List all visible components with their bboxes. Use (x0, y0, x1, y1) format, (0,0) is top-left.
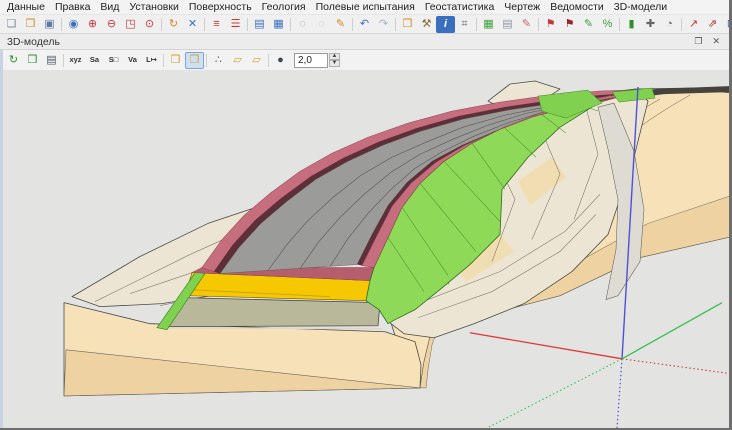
toolbar-separator (538, 18, 539, 31)
zoom-window-icon[interactable]: ◳ (121, 16, 140, 33)
save-icon[interactable]: ▣ (40, 16, 59, 33)
open-folder-icon[interactable]: ❒ (21, 16, 40, 33)
undo-icon[interactable]: ↶ (355, 16, 374, 33)
menu-item-Чертеж[interactable]: Чертеж (499, 1, 545, 13)
move-scale-icon[interactable]: ✕ (183, 16, 202, 33)
main-toolbar: ❏❒▣◉⊕⊖◳⊙↻✕≡☰▤▦◌◌✎↶↷❒⚒i⌗▦▤✎⚑⚑✎%▮✚◔↗⇗⊞▥▦▩❏… (0, 14, 732, 34)
capture-view-icon[interactable]: ❒ (23, 52, 42, 69)
menu-item-Правка[interactable]: Правка (50, 1, 95, 13)
3d-scene (0, 70, 732, 428)
axes-xyz-icon[interactable]: xyz (66, 52, 85, 69)
scale-spinbox: 2,0 ▲ ▼ (294, 53, 340, 68)
toolbar-separator (476, 18, 477, 31)
sphere-quality-icon[interactable]: ● (271, 52, 290, 69)
project-tools-icon[interactable]: ❒ (398, 16, 417, 33)
menu-item-Ведомости[interactable]: Ведомости (545, 1, 609, 13)
toolbar-separator (204, 18, 205, 31)
new-document-icon[interactable]: ❏ (2, 16, 21, 33)
menu-item-Геостатистика[interactable]: Геостатистика (420, 1, 499, 13)
points-display-icon[interactable]: ∴ (209, 52, 228, 69)
menu-item-3D-модели[interactable]: 3D-модели (609, 1, 672, 13)
refresh-3d-icon[interactable]: ↻ (4, 52, 23, 69)
panel-left-border (0, 49, 3, 430)
menu-item-Данные[interactable]: Данные (2, 1, 50, 13)
menu-item-Полевые испытания[interactable]: Полевые испытания (311, 1, 420, 13)
zoom-out-icon[interactable]: ⊖ (102, 16, 121, 33)
zoom-in-icon[interactable]: ⊕ (83, 16, 102, 33)
vector-labels-icon[interactable]: Va (123, 52, 142, 69)
scale-value-input[interactable]: 2,0 (294, 53, 328, 68)
textures-folder-icon[interactable]: ❒ (166, 52, 185, 69)
panel-title: 3D-модель (7, 36, 689, 48)
settings-hammer-icon[interactable]: ⚒ (417, 16, 436, 33)
sheet-percent-icon[interactable]: % (598, 16, 617, 33)
point-heights-icon[interactable]: Sa (85, 52, 104, 69)
center-target-icon[interactable]: ✚ (641, 16, 660, 33)
table-settings-icon[interactable]: ▦ (479, 16, 498, 33)
screen-view-2-icon[interactable]: ▦ (269, 16, 288, 33)
menubar: ДанныеПравкаВидУстановкиПоверхностьГеоло… (0, 0, 732, 14)
toolbar-separator (163, 54, 164, 67)
3d-viewport[interactable] (0, 70, 732, 428)
toolbar-separator (161, 18, 162, 31)
point-squares-icon[interactable]: S□ (104, 52, 123, 69)
point-up-2-icon[interactable]: ⇗ (703, 16, 722, 33)
toolbar-separator (63, 54, 64, 67)
spin-up-icon[interactable]: ▲ (329, 53, 340, 60)
close-panel-icon[interactable]: ✕ (707, 36, 725, 47)
toolbar-separator (619, 18, 620, 31)
screen-view-1-icon[interactable]: ▤ (250, 16, 269, 33)
flat-layer-1-icon[interactable]: ▱ (228, 52, 247, 69)
flat-layer-2-icon[interactable]: ▱ (247, 52, 266, 69)
preview-2-icon[interactable]: ◌ (312, 16, 331, 33)
zoom-extents-icon[interactable]: ⊙ (140, 16, 159, 33)
clipboard-icon[interactable]: ▤ (498, 16, 517, 33)
toolbar-separator (206, 54, 207, 67)
toolbar-separator (681, 18, 682, 31)
toolbar-separator (247, 18, 248, 31)
display-settings-icon[interactable]: ▤ (42, 52, 61, 69)
menu-item-Геология[interactable]: Геология (257, 1, 311, 13)
menu-item-Поверхность[interactable]: Поверхность (184, 1, 257, 13)
preview-1-icon[interactable]: ◌ (293, 16, 312, 33)
toolbar-separator (268, 54, 269, 67)
textures-folder-active-icon[interactable]: ❒ (185, 52, 204, 69)
app-window: ДанныеПравкаВидУстановкиПоверхностьГеоло… (0, 0, 732, 430)
marker-1-icon[interactable]: ⚑ (541, 16, 560, 33)
toolbar-separator (61, 18, 62, 31)
book-green-icon[interactable]: ▮ (622, 16, 641, 33)
redo-icon[interactable]: ↷ (374, 16, 393, 33)
spin-down-icon[interactable]: ▼ (329, 60, 340, 67)
benchmark-red-icon[interactable]: ≡ (207, 16, 226, 33)
clipboard-edit-icon[interactable]: ✎ (517, 16, 536, 33)
toolbar-separator (352, 18, 353, 31)
point-up-icon[interactable]: ↗ (684, 16, 703, 33)
float-panel-icon[interactable]: ❐ (689, 36, 707, 47)
toolbar-separator (395, 18, 396, 31)
sheet-edit-icon[interactable]: ✎ (579, 16, 598, 33)
menu-item-Вид[interactable]: Вид (95, 1, 124, 13)
zoom-pointer-icon[interactable]: ◉ (64, 16, 83, 33)
select-area-icon[interactable]: ⌗ (455, 16, 474, 33)
panel-toolbar-icons: ↻❒▤xyzSaS□VaL↦❒❒∴▱▱● (4, 52, 290, 69)
benchmark-red-2-icon[interactable]: ☰ (226, 16, 245, 33)
compass-icon[interactable]: ◔ (660, 16, 679, 33)
panel-toolbar: ↻❒▤xyzSaS□VaL↦❒❒∴▱▱● 2,0 ▲ ▼ (0, 50, 732, 71)
panel-title-bar: 3D-модель ❐ ✕ (0, 34, 732, 50)
menu-item-Установки[interactable]: Установки (124, 1, 183, 13)
marker-2-icon[interactable]: ⚑ (560, 16, 579, 33)
info-icon[interactable]: i (436, 16, 455, 33)
length-marks-icon[interactable]: L↦ (142, 52, 161, 69)
refresh-view-icon[interactable]: ↻ (164, 16, 183, 33)
edit-pen-icon[interactable]: ✎ (331, 16, 350, 33)
toolbar-separator (290, 18, 291, 31)
